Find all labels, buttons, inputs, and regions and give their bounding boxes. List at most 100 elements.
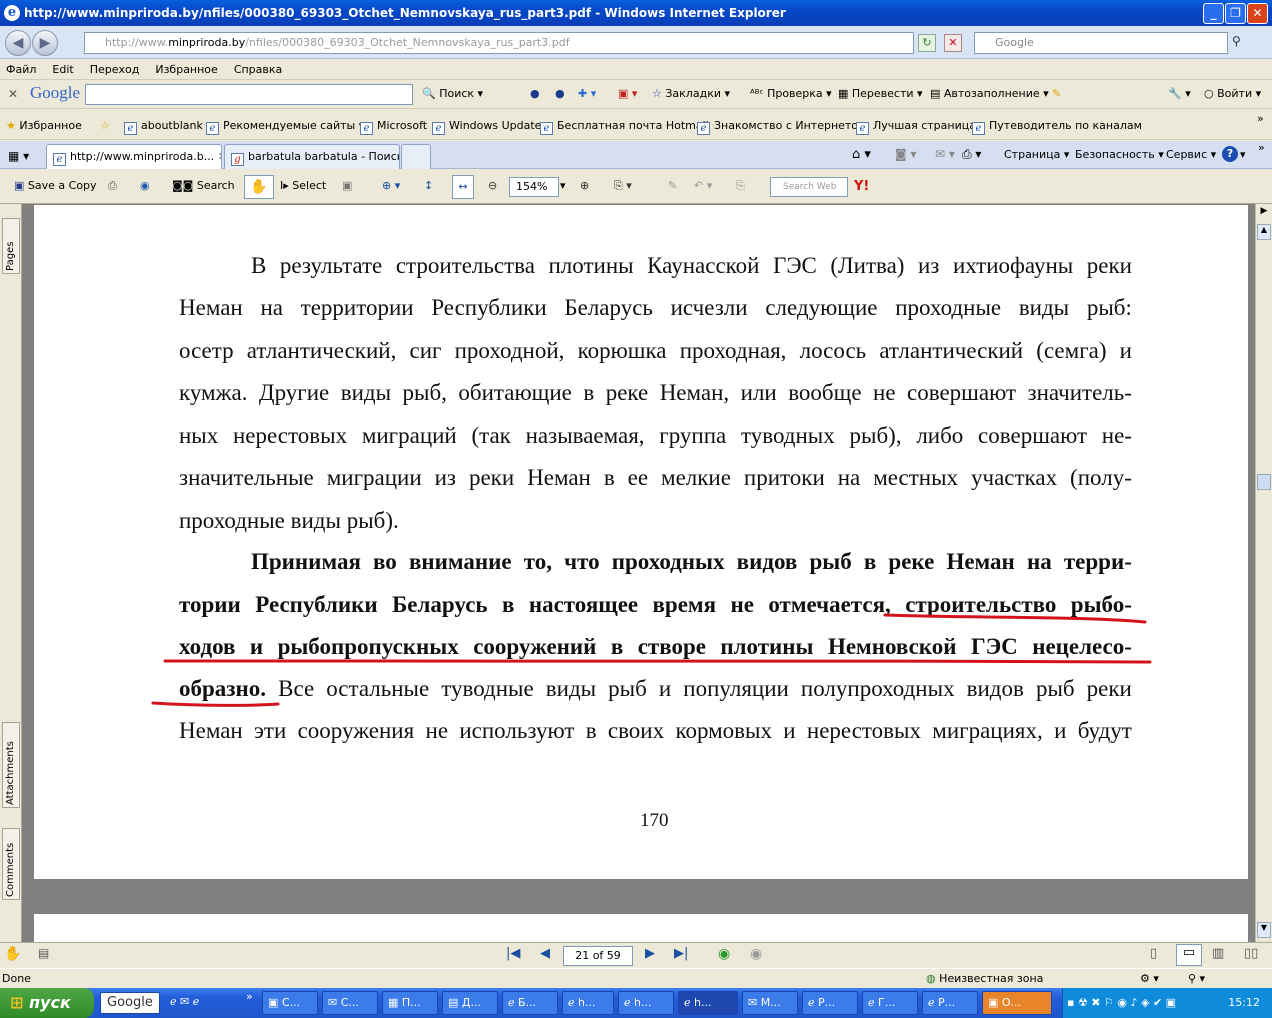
tray-icons[interactable]: ▪ ☢ ✖ ⚐ ◉ ♪ ◈ ✔ ▣ xyxy=(1067,996,1176,1009)
quicklaunch-icons[interactable]: ℯ ✉ ℯ xyxy=(170,995,199,1008)
start-button[interactable]: ⊞ пуск xyxy=(0,988,94,1018)
go-forward-icon[interactable]: ◉ xyxy=(750,946,762,962)
google-deskbar[interactable]: Google xyxy=(100,992,160,1014)
signin-button[interactable]: ○ Войти ▾ xyxy=(1204,87,1261,100)
snapshot-icon[interactable]: ▣ xyxy=(342,179,352,192)
minimize-button[interactable]: _ xyxy=(1203,3,1224,24)
globe2-icon[interactable]: ● xyxy=(555,87,565,100)
new-tab-button[interactable] xyxy=(401,144,431,169)
zoom-out-icon[interactable]: ⊖ xyxy=(488,179,497,192)
attachments-tab[interactable]: Attachments xyxy=(2,722,20,808)
menu-file[interactable]: Файл xyxy=(6,63,36,76)
stop-icon[interactable]: ✕ xyxy=(944,34,962,52)
continuous-facing-icon[interactable]: ▯▯ xyxy=(1244,946,1258,961)
back-button[interactable]: ◀ xyxy=(5,30,31,56)
chevron-right-icon[interactable]: » xyxy=(1257,112,1264,125)
home-icon[interactable]: ⌂ ▾ xyxy=(852,147,871,162)
last-page-icon[interactable]: ▶| xyxy=(674,946,688,961)
taskbar-button[interactable]: ℯ h... xyxy=(618,991,674,1015)
help-dropdown-icon[interactable]: ▾ xyxy=(1240,148,1246,161)
wrench-icon[interactable]: 🔧 ▾ xyxy=(1168,87,1191,100)
zoom-in-icon[interactable]: ⊕ ▾ xyxy=(382,179,400,192)
fav-channels[interactable]: e Путеводитель по каналам xyxy=(972,119,1142,135)
taskbar-button[interactable]: ▤ Д... xyxy=(442,991,498,1015)
google-search-button[interactable]: 🔍 Поиск ▾ xyxy=(422,87,483,100)
rotate-icon[interactable]: ⎘ ▾ xyxy=(614,179,632,193)
page-menu[interactable]: Страница ▾ xyxy=(1004,148,1069,161)
zoom-status-icon[interactable]: ⚲ ▾ xyxy=(1188,972,1205,985)
quicklaunch-more-icon[interactable]: » xyxy=(246,990,253,1003)
menu-go[interactable]: Переход xyxy=(90,63,140,76)
highlight-icon[interactable]: ✎ xyxy=(1052,87,1061,100)
favorites-button[interactable]: ★ Избранное xyxy=(6,119,82,132)
comments-tab[interactable]: Comments xyxy=(2,828,20,900)
close-button[interactable]: ✕ xyxy=(1247,3,1268,24)
close-toolbar-icon[interactable]: ✕ xyxy=(8,87,18,101)
help-icon[interactable]: ? xyxy=(1222,146,1238,162)
menu-favorites[interactable]: Избранное xyxy=(155,63,217,76)
previous-page-icon[interactable]: ◀ xyxy=(540,946,550,961)
email-icon[interactable]: ◉ xyxy=(140,179,150,192)
protected-mode-icon[interactable]: ⚙ ▾ xyxy=(1140,972,1159,985)
chevron-right-icon[interactable]: » xyxy=(1258,141,1265,154)
title-bar[interactable]: e http://www.minpriroda.by/nfiles/000380… xyxy=(0,0,1272,26)
search-web-input[interactable]: Search Web xyxy=(770,177,848,197)
vertical-scrollbar[interactable]: ▶ ▲ ▼ xyxy=(1255,204,1272,942)
fav-recommended[interactable]: eРекомендуемые сайты ▾ xyxy=(206,119,364,135)
search-icon[interactable]: ⚲ xyxy=(1232,34,1252,52)
taskbar-button[interactable]: ▣ С... xyxy=(262,991,318,1015)
zoom-dropdown-icon[interactable]: ▾ xyxy=(560,179,566,192)
scroll-up-button[interactable]: ▲ xyxy=(1257,224,1271,240)
tools-menu[interactable]: Сервис ▾ xyxy=(1166,148,1216,161)
hand-icon[interactable]: ✋ xyxy=(4,946,21,962)
yahoo-icon[interactable]: Y! xyxy=(854,179,869,194)
triangle-right-icon[interactable]: ▶ xyxy=(1257,206,1271,222)
next-page-icon[interactable]: ▶ xyxy=(645,946,655,961)
fav-intro[interactable]: e Знакомство с Интернетом xyxy=(697,119,866,135)
feeds-icon[interactable]: ◙ ▾ xyxy=(895,147,916,161)
first-page-icon[interactable]: |◀ xyxy=(506,946,520,961)
quick-tabs-icon[interactable]: ▦ ▾ xyxy=(8,149,29,163)
page-number-input[interactable]: 21 of 59 xyxy=(563,946,633,966)
pages-tab[interactable]: Pages xyxy=(2,218,20,274)
taskbar-button[interactable]: ✉ М... xyxy=(742,991,798,1015)
add-favorite-icon[interactable]: ☆ xyxy=(100,119,110,132)
safety-menu[interactable]: Безопасность ▾ xyxy=(1075,148,1164,161)
print-icon[interactable]: ⎙ xyxy=(108,179,117,193)
edit-icon[interactable]: ✎ xyxy=(668,179,677,192)
hand-tool-icon[interactable]: ✋ xyxy=(244,175,274,199)
taskbar-button[interactable]: ℯ Г... xyxy=(862,991,918,1015)
search-input[interactable]: Google xyxy=(974,32,1228,54)
single-page-icon[interactable]: ▯ xyxy=(1150,946,1157,961)
scroll-down-button[interactable]: ▼ xyxy=(1257,922,1271,938)
google-search-input[interactable] xyxy=(85,84,413,105)
taskbar-button[interactable]: ℯ Р... xyxy=(802,991,858,1015)
search-button[interactable]: ◙◙ Search xyxy=(172,179,235,192)
mail-icon[interactable]: ✉ ▾ xyxy=(935,147,955,161)
fav-windows-update[interactable]: e Windows Update xyxy=(432,119,541,135)
autofill-button[interactable]: ▤ Автозаполнение ▾ xyxy=(930,87,1049,100)
address-bar[interactable]: http://www.minpriroda.by/nfiles/000380_6… xyxy=(84,32,914,54)
taskbar-button[interactable]: ℯ h... xyxy=(562,991,614,1015)
fav-hotmail[interactable]: e Бесплатная почта Hotmail xyxy=(540,119,709,135)
refresh-icon[interactable]: ↻ xyxy=(918,34,936,52)
zoom-plus-icon[interactable]: ⊕ xyxy=(580,179,589,192)
scroll-thumb[interactable] xyxy=(1257,474,1271,490)
fav-best[interactable]: e Лучшая страница xyxy=(856,119,976,135)
taskbar-button[interactable]: ℯ h... xyxy=(678,991,738,1015)
translate-button[interactable]: ▦ Перевести ▾ xyxy=(838,87,923,100)
taskbar-button[interactable]: ▣ О... xyxy=(982,991,1052,1015)
copy-icon[interactable]: ⎘ xyxy=(736,179,745,193)
menu-edit[interactable]: Edit xyxy=(52,63,73,76)
print-icon[interactable]: ⎙ ▾ xyxy=(962,147,981,162)
pdf-icon[interactable]: ▣ ▾ xyxy=(618,87,637,100)
go-back-icon[interactable]: ◉ xyxy=(718,946,730,962)
spellcheck-button[interactable]: ᴬᴮᶜ Проверка ▾ xyxy=(750,87,832,100)
continuous-icon[interactable]: ▭ xyxy=(1176,944,1202,966)
facing-icon[interactable]: ▥ xyxy=(1212,946,1224,961)
taskbar-button[interactable]: ℯ Б... xyxy=(502,991,558,1015)
forward-button[interactable]: ▶ xyxy=(32,30,58,56)
taskbar-button[interactable]: ▦ П... xyxy=(382,991,438,1015)
options-icon[interactable]: ▤ xyxy=(38,946,49,960)
tab-search[interactable]: gbarbatula barbatula - Поиск ... xyxy=(224,144,400,169)
